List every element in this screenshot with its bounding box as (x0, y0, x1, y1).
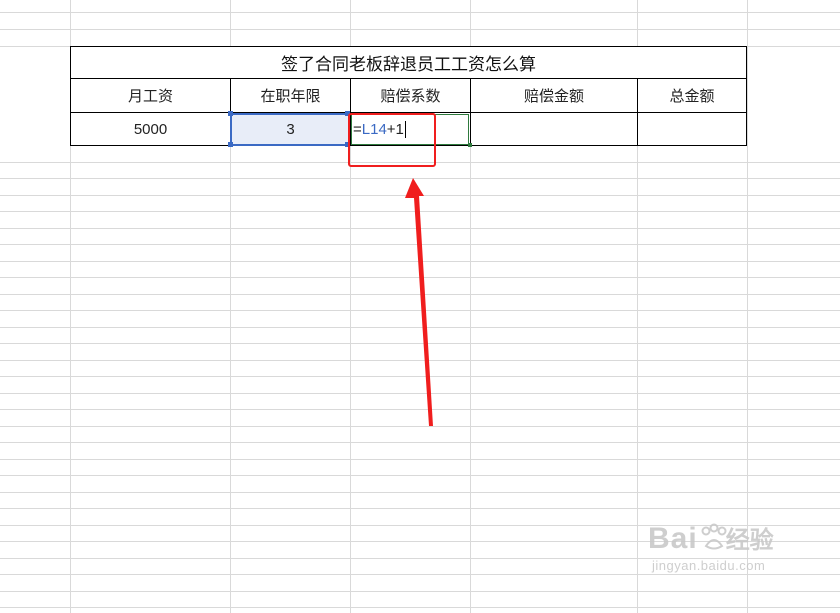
watermark-logo-suffix: 经验 (725, 527, 774, 554)
baidu-jingyan-watermark: Bai 经验 jingyan.baidu.com (648, 520, 808, 600)
watermark-url: jingyan.baidu.com (652, 558, 766, 573)
watermark-logo-text: Bai (648, 522, 698, 555)
arrow-shape (405, 178, 433, 426)
paw-icon (701, 523, 727, 550)
